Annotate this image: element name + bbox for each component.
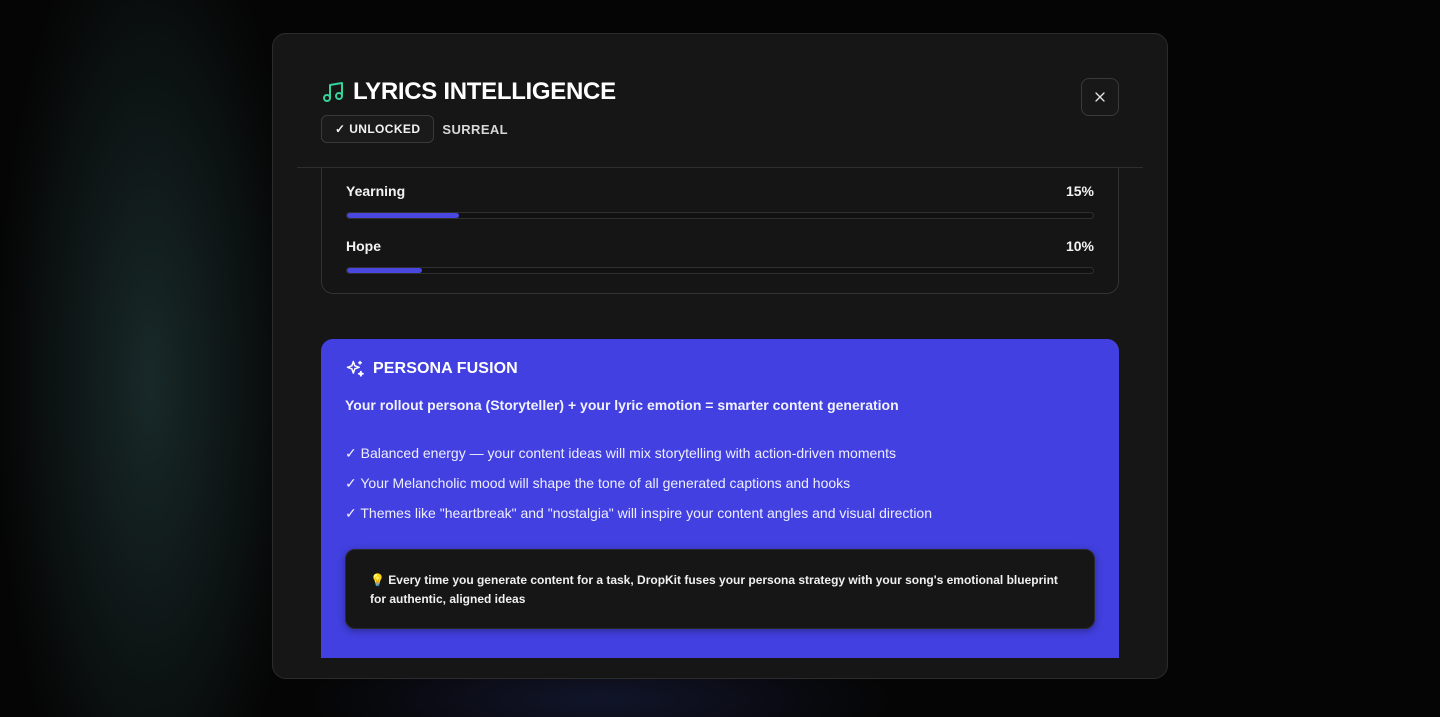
emotion-label: Yearning	[346, 183, 406, 199]
emotion-bar-track	[346, 267, 1094, 274]
lyrics-intelligence-modal: LYRICS INTELLIGENCE ✓ UNLOCKED SURREAL Y…	[272, 33, 1168, 679]
emotion-breakdown-card: Yearning 15% Hope 10%	[321, 168, 1119, 294]
persona-point: ✓ Your Melancholic mood will shape the t…	[345, 475, 851, 491]
persona-title: PERSONA FUSION	[373, 360, 518, 377]
close-icon	[1092, 89, 1108, 105]
emotion-bar-fill	[347, 213, 459, 218]
emotion-row-hope: Hope 10%	[346, 238, 1094, 274]
modal-header: LYRICS INTELLIGENCE ✓ UNLOCKED SURREAL	[273, 34, 1167, 168]
emotion-label: Hope	[346, 238, 381, 254]
tip-text: 💡 Every time you generate content for a …	[370, 573, 1058, 606]
persona-point: ✓ Themes like "heartbreak" and "nostalgi…	[345, 505, 932, 521]
music-note-icon	[321, 80, 345, 104]
tip-box: 💡 Every time you generate content for a …	[345, 549, 1095, 629]
emotion-percent: 10%	[1065, 238, 1094, 254]
persona-title-row: PERSONA FUSION	[345, 359, 518, 379]
sparkle-icon	[345, 359, 365, 379]
title-row: LYRICS INTELLIGENCE	[321, 78, 616, 106]
emotion-percent: 15%	[1065, 183, 1094, 199]
badge-row: ✓ UNLOCKED SURREAL	[321, 115, 508, 143]
persona-subtitle: Your rollout persona (Storyteller) + you…	[345, 397, 899, 413]
persona-point: ✓ Balanced energy — your content ideas w…	[345, 445, 896, 461]
modal-title: LYRICS INTELLIGENCE	[353, 78, 616, 105]
emotion-bar-track	[346, 212, 1094, 219]
emotion-row-yearning: Yearning 15%	[346, 183, 1094, 219]
style-badge: SURREAL	[442, 121, 509, 137]
unlocked-badge: ✓ UNLOCKED	[321, 115, 435, 143]
emotion-bar-fill	[347, 268, 422, 273]
persona-fusion-card: PERSONA FUSION Your rollout persona (Sto…	[321, 339, 1119, 658]
persona-points-list: ✓ Balanced energy — your content ideas w…	[345, 444, 932, 534]
modal-scroll-content[interactable]: Yearning 15% Hope 10% PERSONA FUSION You…	[273, 168, 1167, 658]
close-button[interactable]	[1081, 78, 1119, 116]
